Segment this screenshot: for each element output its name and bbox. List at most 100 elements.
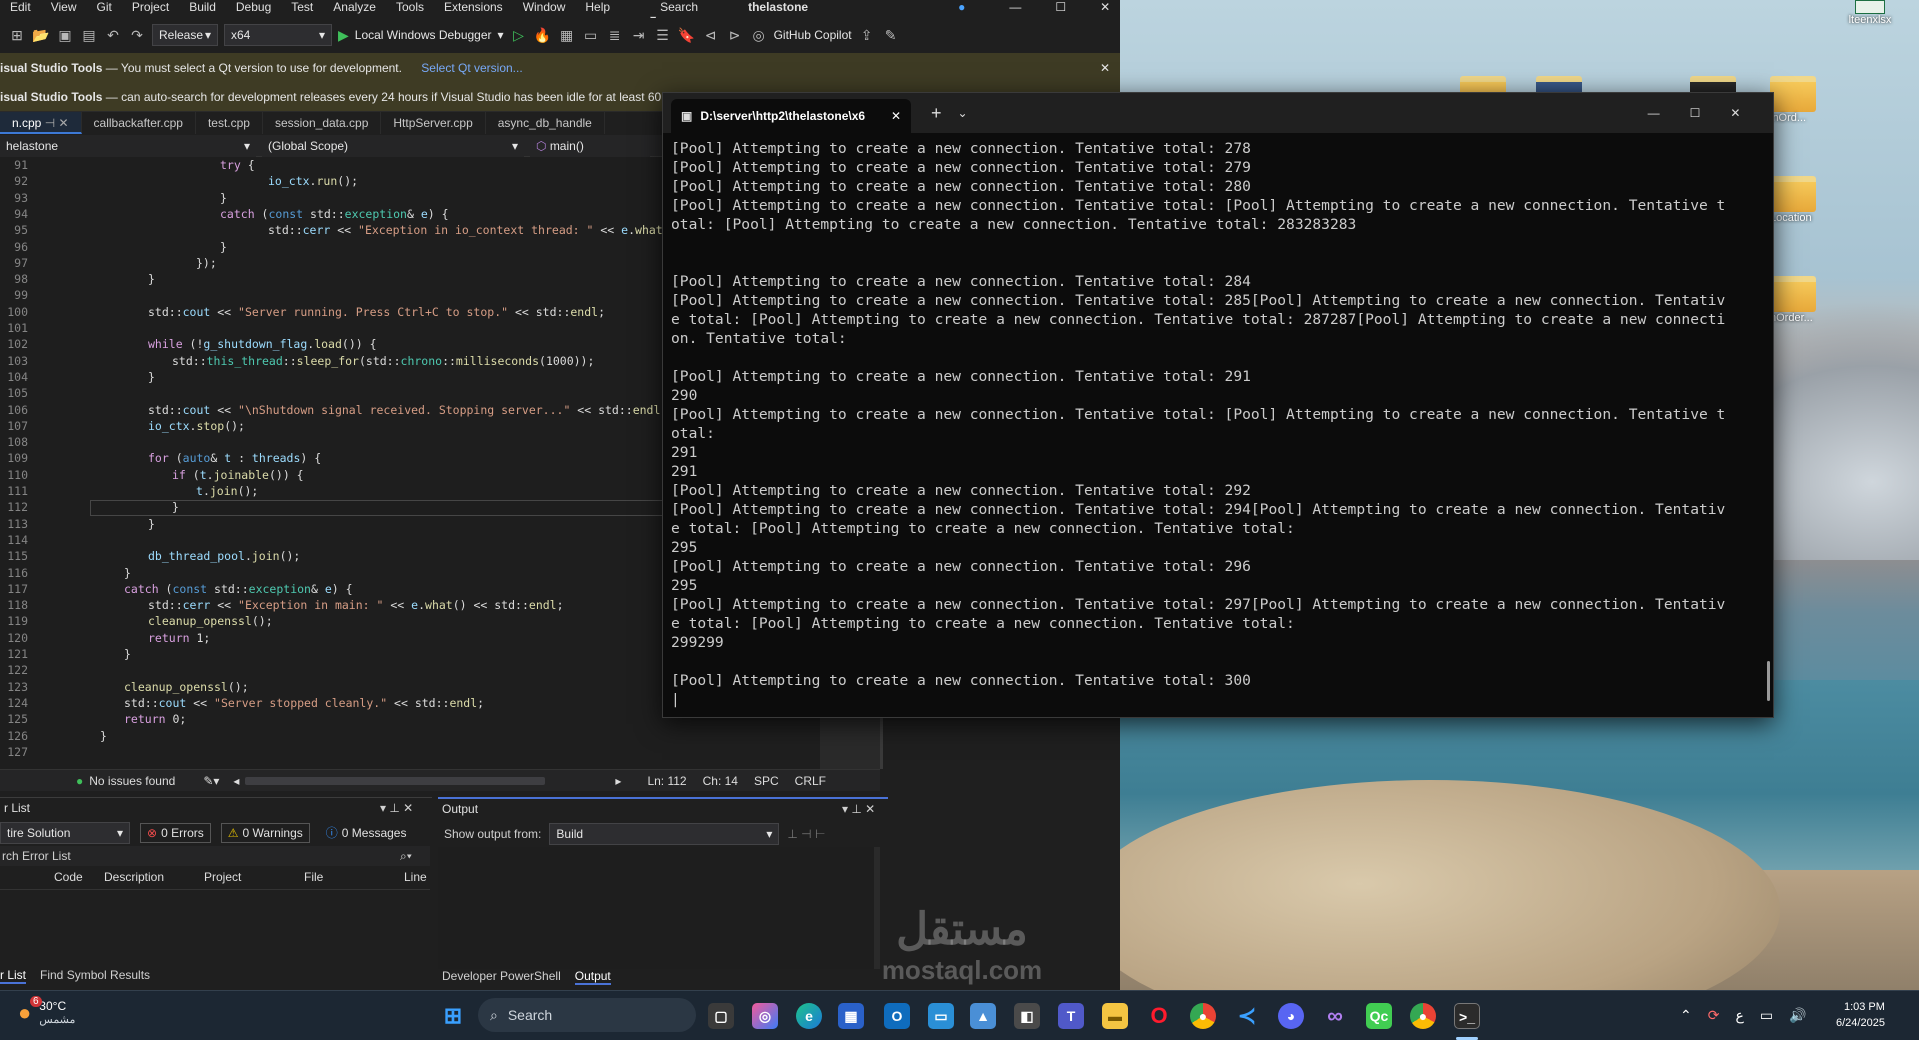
menu-edit[interactable]: Edit: [0, 1, 41, 13]
menu-help[interactable]: Help: [575, 1, 620, 13]
share-icon[interactable]: ⇪: [858, 26, 876, 44]
desktop-icon-folder[interactable]: Location: [1770, 176, 1840, 224]
desktop-icon-folder[interactable]: nOrder...: [1770, 276, 1840, 324]
desktop-icon-excel[interactable]: lteenxlsx: [1840, 0, 1900, 26]
store-icon[interactable]: ▦: [838, 1003, 864, 1029]
hot-reload-icon[interactable]: 🔥: [534, 26, 552, 44]
maximize-button[interactable]: ☐: [1690, 106, 1701, 120]
chevron-down-icon[interactable]: ▾: [498, 28, 504, 42]
banner-close-icon[interactable]: ✕: [1100, 53, 1110, 82]
scroll-right-icon[interactable]: ▸: [615, 774, 621, 788]
brush-icon[interactable]: ✎▾: [203, 774, 219, 788]
terminal-app-icon[interactable]: >_: [1454, 1003, 1480, 1029]
minimize-button[interactable]: —: [1648, 106, 1660, 120]
column-number[interactable]: Ch: 14: [703, 774, 738, 788]
language-indicator[interactable]: ع: [1735, 1007, 1743, 1024]
menu-view[interactable]: View: [41, 1, 87, 13]
undo-icon[interactable]: ↶: [104, 26, 122, 44]
tab-find-symbol-results[interactable]: Find Symbol Results: [40, 968, 150, 984]
tab-main-cpp[interactable]: n.cpp ⊣ ✕: [0, 112, 82, 134]
chrome-icon[interactable]: ●: [1190, 1003, 1216, 1029]
file-explorer-icon[interactable]: ▬: [1102, 1003, 1128, 1029]
debugger-button[interactable]: Local Windows Debugger: [355, 28, 492, 42]
open-folder-icon[interactable]: 📂: [32, 26, 50, 44]
chrome-profile-icon[interactable]: ●: [1410, 1003, 1436, 1029]
column-project[interactable]: Project: [204, 870, 241, 884]
terminal-tab[interactable]: ▣ D:\server\http2\thelastone\x6 ✕: [671, 99, 911, 133]
sync-icon[interactable]: ⟳: [1708, 1007, 1720, 1024]
tab-error-list[interactable]: r List: [0, 968, 27, 984]
panel-options-icon[interactable]: ▾ ⊥ ✕: [380, 801, 413, 815]
volume-icon[interactable]: 🔊: [1789, 1007, 1806, 1024]
bookmark-prev-icon[interactable]: ⊲: [702, 26, 720, 44]
tab-pin-close-icon[interactable]: ⊣ ✕: [45, 116, 69, 130]
menu-extensions[interactable]: Extensions: [434, 1, 513, 13]
start-button[interactable]: ⊞: [440, 1003, 466, 1029]
menu-test[interactable]: Test: [281, 1, 323, 13]
discord-icon[interactable]: ◕: [1278, 1003, 1304, 1029]
tab-async-db-handle[interactable]: async_db_handle: [486, 112, 605, 134]
error-scope-dropdown[interactable]: tire Solution ▾: [0, 822, 130, 844]
select-qt-version-link[interactable]: Select Qt version...: [421, 61, 522, 75]
save-icon[interactable]: ▣: [56, 26, 74, 44]
error-search-input[interactable]: rch Error List ⌕▾: [0, 846, 430, 866]
photos-icon[interactable]: ▲: [970, 1003, 996, 1029]
teams-icon[interactable]: T: [1058, 1003, 1084, 1029]
menu-project[interactable]: Project: [122, 1, 179, 13]
tab-httpserver[interactable]: HttpServer.cpp: [381, 112, 486, 134]
edge-icon[interactable]: e: [796, 1003, 822, 1029]
remote-desktop-icon[interactable]: ▭: [928, 1003, 954, 1029]
feedback-icon[interactable]: ✎: [882, 26, 900, 44]
menu-analyze[interactable]: Analyze: [323, 1, 386, 13]
horizontal-scrollbar[interactable]: [245, 776, 546, 785]
messages-filter-button[interactable]: ⓘ 0 Messages: [320, 823, 413, 843]
taskbar-search[interactable]: ⌕ Search: [478, 998, 696, 1032]
comment-icon[interactable]: ≣: [606, 26, 624, 44]
platform-dropdown[interactable]: x64 ▾: [224, 24, 332, 46]
column-line[interactable]: Line: [404, 870, 427, 884]
line-number[interactable]: Ln: 112: [647, 774, 686, 788]
column-file[interactable]: File: [304, 870, 323, 884]
task-view-icon[interactable]: ▢: [708, 1003, 734, 1029]
warnings-filter-button[interactable]: ⚠ 0 Warnings: [220, 823, 310, 843]
output-text-area[interactable]: [438, 847, 878, 969]
tab-session-data[interactable]: session_data.cpp: [263, 112, 382, 134]
copilot-app-icon[interactable]: ◎: [752, 1003, 778, 1029]
network-icon[interactable]: ▭: [1760, 1007, 1773, 1024]
start-without-debugging-icon[interactable]: ▷: [510, 26, 528, 44]
save-all-icon[interactable]: ▤: [80, 26, 98, 44]
panel-options-icon[interactable]: ▾ ⊥ ✕: [842, 802, 875, 816]
project-dropdown[interactable]: helastone ▾: [0, 134, 256, 157]
close-tab-icon[interactable]: ✕: [891, 109, 901, 123]
new-item-icon[interactable]: ⊞: [8, 26, 26, 44]
tab-callbackafter[interactable]: callbackafter.cpp: [82, 112, 196, 134]
minimize-button[interactable]: —: [999, 1, 1031, 13]
tab-developer-powershell[interactable]: Developer PowerShell: [442, 969, 561, 985]
menu-window[interactable]: Window: [513, 1, 576, 13]
outlook-icon[interactable]: O: [884, 1003, 910, 1029]
tab-test[interactable]: test.cpp: [196, 112, 263, 134]
terminal-output[interactable]: [Pool] Attempting to create a new connec…: [671, 139, 1763, 709]
new-tab-button[interactable]: +: [931, 103, 942, 124]
weather-widget[interactable]: ● 6 30°C مشمس: [18, 995, 75, 1026]
scroll-left-icon[interactable]: ◂: [233, 774, 239, 788]
indent-mode[interactable]: SPC: [754, 774, 779, 788]
bookmark-icon[interactable]: 🔖: [678, 26, 696, 44]
column-code[interactable]: Code: [54, 870, 83, 884]
bookmark-next-icon[interactable]: ⊳: [726, 26, 744, 44]
qt-creator-icon[interactable]: Qc: [1366, 1003, 1392, 1029]
redo-icon[interactable]: ↷: [128, 26, 146, 44]
menu-git[interactable]: Git: [86, 1, 121, 13]
visual-studio-icon[interactable]: ∞: [1322, 1003, 1348, 1029]
chevron-down-icon[interactable]: ⌄: [958, 106, 968, 120]
close-button[interactable]: ✕: [1730, 106, 1740, 120]
menu-tools[interactable]: Tools: [386, 1, 434, 13]
code-editor[interactable]: 91 try {92 io_ctx.run(); 93} 94 catch (const …: [0, 157, 670, 769]
copilot-button[interactable]: GitHub Copilot: [774, 28, 852, 42]
menu-build[interactable]: Build: [179, 1, 226, 13]
scope-dropdown[interactable]: (Global Scope) ▾: [262, 134, 524, 157]
opera-icon[interactable]: O: [1146, 1003, 1172, 1029]
output-source-dropdown[interactable]: Build ▾: [549, 823, 780, 845]
close-button[interactable]: ✕: [1090, 1, 1120, 13]
issues-status[interactable]: No issues found: [89, 774, 175, 788]
